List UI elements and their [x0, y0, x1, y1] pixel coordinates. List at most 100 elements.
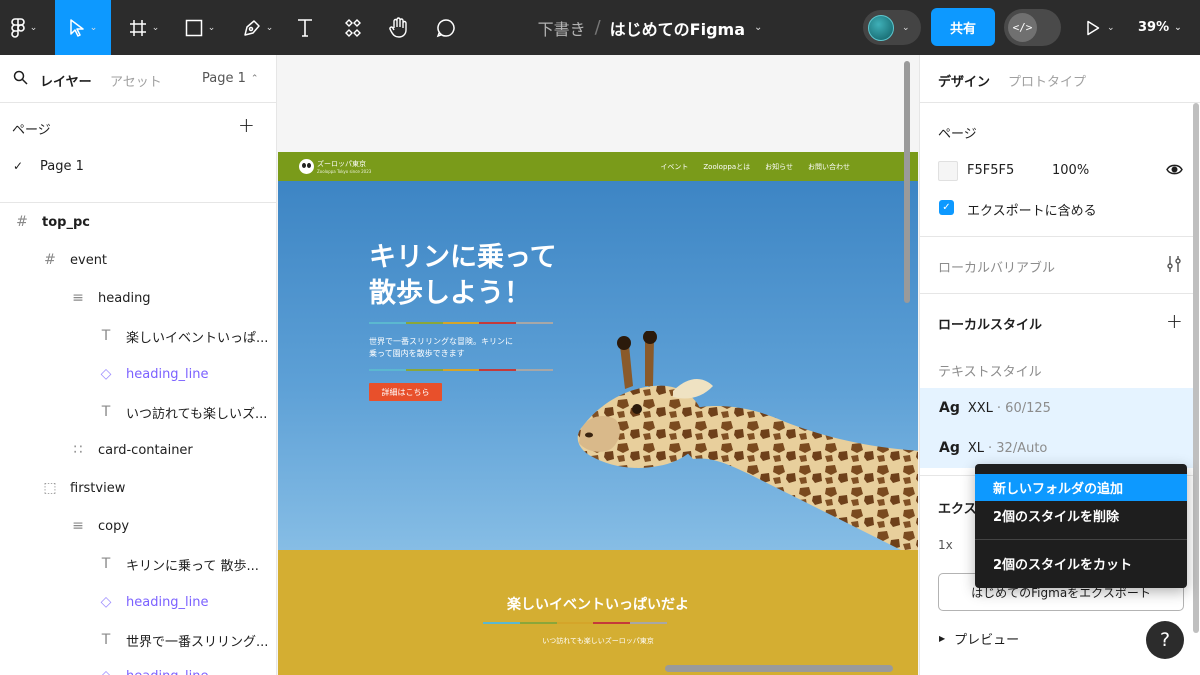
- figma-logo-icon: [10, 17, 25, 38]
- toolbar: ⌄ ⌄ ⌄ ⌄ ⌄ 下書き / はじめてのFigma ⌄ ⌄ 共有 </> ⌄ …: [0, 0, 1200, 55]
- present-button[interactable]: ⌄: [1086, 0, 1115, 55]
- eye-icon[interactable]: [1166, 163, 1183, 176]
- text-style-meta: · 32/Auto: [988, 440, 1048, 456]
- layer-row[interactable]: ◇ heading_line: [0, 657, 276, 675]
- preview-toggle[interactable]: ▶ プレビュー: [939, 629, 1019, 648]
- layer-row[interactable]: ◇ heading_line: [0, 583, 276, 621]
- page-selector-label: Page 1: [202, 71, 246, 86]
- frame-top-pc[interactable]: ズーロッパ東京 Zooloppa Tokyo since 2023 イベント Z…: [278, 152, 918, 675]
- layer-row[interactable]: # top_pc: [0, 203, 276, 241]
- layer-row[interactable]: T 世界で一番スリリング...: [0, 621, 276, 659]
- layer-row[interactable]: ◇ heading_line: [0, 355, 276, 393]
- hand-tool-button[interactable]: [383, 0, 415, 55]
- tab-prototype[interactable]: プロトタイプ: [1008, 71, 1086, 90]
- hero-copy-line: 世界で一番スリリングな冒険。キリンに: [369, 337, 513, 346]
- divider: [920, 236, 1195, 237]
- chevron-down-icon: ⌄: [1174, 22, 1182, 33]
- frame-tool-button[interactable]: ⌄: [119, 0, 169, 55]
- background-color-swatch[interactable]: [938, 161, 958, 181]
- heading-line-segment: [442, 322, 480, 324]
- hero-copy: 世界で一番スリリングな冒険。キリンに 乗って園内を散歩できます: [369, 336, 559, 360]
- pen-tool-button[interactable]: ⌄: [233, 0, 283, 55]
- variables-icon[interactable]: [1165, 255, 1183, 273]
- check-icon: ✓: [13, 159, 24, 173]
- layer-row[interactable]: T キリンに乗って 散歩...: [0, 545, 276, 583]
- include-export-checkbox[interactable]: ✓: [939, 200, 954, 215]
- text-style-item[interactable]: Ag XXL · 60/125: [920, 388, 1195, 428]
- text-icon: [298, 18, 312, 37]
- file-name[interactable]: はじめてのFigma: [610, 16, 745, 40]
- firstview-hero: キリンに乗って 散歩しよう！ 世界で一番スリリングな冒険。キリンに 乗って園内を…: [278, 181, 918, 550]
- text-style-name: XXL: [967, 400, 993, 416]
- layer-row[interactable]: T 楽しいイベントいっぱ...: [0, 317, 276, 355]
- move-tool-button[interactable]: ⌄: [55, 0, 111, 55]
- breadcrumb-draft[interactable]: 下書き: [538, 16, 586, 40]
- canvas[interactable]: ズーロッパ東京 Zooloppa Tokyo since 2023 イベント Z…: [277, 55, 919, 675]
- page-item-label: Page 1: [40, 158, 84, 174]
- layer-row[interactable]: T いつ訪れても楽しいズ...: [0, 393, 276, 431]
- pen-icon: [243, 19, 260, 36]
- page-selector[interactable]: Page 1 ⌃: [202, 71, 258, 86]
- tab-design[interactable]: デザイン: [938, 71, 990, 90]
- background-hex-input[interactable]: F5F5F5: [967, 163, 1014, 178]
- heading-line-segment: [405, 322, 443, 324]
- grid-icon: ∷: [73, 442, 83, 458]
- rectangle-icon: [185, 19, 202, 36]
- canvas-vertical-scrollbar[interactable]: [904, 61, 910, 303]
- layer-label: heading: [98, 290, 151, 306]
- tab-assets[interactable]: アセット: [110, 71, 162, 90]
- layer-row[interactable]: ∷ card-container: [0, 431, 276, 469]
- hand-icon: [389, 16, 407, 38]
- add-style-button[interactable]: +: [1166, 311, 1183, 331]
- canvas-horizontal-scrollbar[interactable]: [665, 665, 893, 672]
- main-menu-button[interactable]: ⌄: [0, 0, 48, 55]
- menu-item-cut-styles[interactable]: 2個のスタイルをカット: [975, 550, 1187, 577]
- preview-label: プレビュー: [954, 633, 1020, 648]
- hero-copy-line: 乗って園内を散歩できます: [369, 349, 465, 358]
- comment-icon: [436, 18, 455, 37]
- site-header: ズーロッパ東京 Zooloppa Tokyo since 2023 イベント Z…: [278, 152, 918, 181]
- event-subtitle: いつ訪れても楽しいズーロッパ東京: [542, 637, 654, 645]
- dev-mode-toggle[interactable]: </>: [1004, 9, 1061, 46]
- tab-layers[interactable]: レイヤー: [40, 71, 92, 90]
- search-icon[interactable]: [13, 70, 28, 85]
- zoom-menu[interactable]: 39% ⌄: [1138, 0, 1182, 55]
- heading-line-segment: [442, 369, 480, 371]
- text-style-item[interactable]: Ag XL · 32/Auto: [920, 428, 1195, 468]
- resources-button[interactable]: [337, 0, 369, 55]
- add-page-button[interactable]: +: [238, 115, 255, 135]
- event-section: 楽しいイベントいっぱいだよ いつ訪れても楽しいズーロッパ東京: [278, 550, 918, 675]
- layer-label: キリンに乗って 散歩...: [126, 558, 259, 574]
- local-variables-button[interactable]: ローカルバリアブル: [938, 257, 1055, 276]
- menu-item-delete-styles[interactable]: 2個のスタイルを削除: [975, 502, 1187, 529]
- help-button[interactable]: ?: [1146, 621, 1184, 659]
- right-panel-scrollbar[interactable]: [1193, 103, 1199, 633]
- text-tool-button[interactable]: [289, 0, 321, 55]
- layer-row[interactable]: ⬚ firstview: [0, 469, 276, 507]
- export-scale[interactable]: 1x: [938, 538, 953, 552]
- page-section-title: ページ: [938, 127, 977, 142]
- instance-icon: ◇: [100, 594, 112, 610]
- background-opacity-input[interactable]: 100%: [1052, 163, 1089, 178]
- shape-tool-button[interactable]: ⌄: [175, 0, 225, 55]
- frame-icon: [129, 19, 146, 36]
- components-icon: [345, 18, 361, 37]
- layer-row[interactable]: ≡ heading: [0, 279, 276, 317]
- page-item[interactable]: ✓ Page 1: [0, 153, 276, 179]
- layer-row[interactable]: ≡ copy: [0, 507, 276, 545]
- text-styles-heading: テキストスタイル: [938, 365, 1042, 380]
- menu-item-add-folder[interactable]: 新しいフォルダの追加: [975, 474, 1187, 501]
- include-export-label: エクスポートに含める: [967, 204, 1097, 219]
- layer-row[interactable]: # event: [0, 241, 276, 279]
- layer-label: top_pc: [42, 214, 90, 230]
- comment-tool-button[interactable]: [430, 0, 462, 55]
- chevron-down-icon: ⌄: [265, 22, 274, 33]
- cursor-icon: [69, 18, 84, 37]
- multiplayer-avatar-button[interactable]: ⌄: [863, 10, 921, 45]
- chevron-down-icon: ⌄: [902, 22, 910, 33]
- local-styles-title: ローカルスタイル: [938, 318, 1043, 333]
- group-icon: ⬚: [43, 480, 57, 496]
- caret-right-icon: ▶: [939, 634, 946, 643]
- chevron-down-icon[interactable]: ⌄: [754, 22, 762, 33]
- share-button[interactable]: 共有: [931, 8, 995, 46]
